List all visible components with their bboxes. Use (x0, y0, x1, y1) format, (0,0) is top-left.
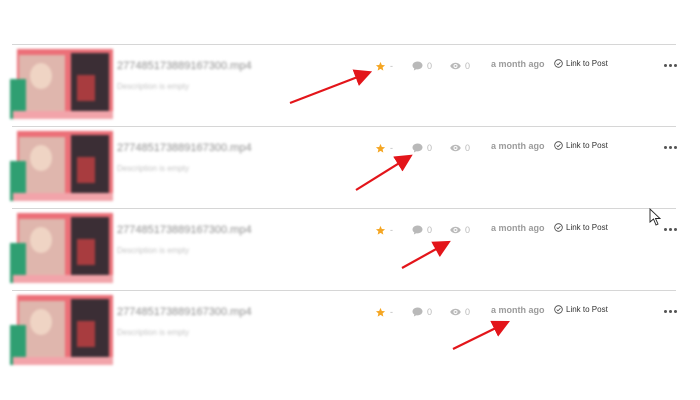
star-icon[interactable] (375, 225, 386, 236)
video-title[interactable]: 277485173889167300.mp4 (117, 60, 267, 74)
more-horizontal-icon[interactable] (662, 140, 678, 154)
rating-stat[interactable]: - (375, 223, 393, 237)
video-thumbnail[interactable] (5, 131, 113, 201)
comment-bubble-icon (412, 143, 423, 153)
views-count: 0 (465, 225, 471, 235)
comment-bubble-icon (412, 307, 423, 317)
views-count: 0 (465, 307, 471, 317)
check-circle-icon (554, 141, 563, 150)
comments-count: 0 (427, 143, 433, 153)
video-thumbnail[interactable] (5, 295, 113, 365)
views-count: 0 (465, 143, 471, 153)
posted-time: a month ago (491, 141, 545, 151)
video-thumbnail[interactable] (5, 213, 113, 283)
views-stat: 0 (450, 305, 470, 319)
eye-icon (450, 62, 461, 70)
list-item[interactable]: 277485173889167300.mp4 Description is em… (0, 128, 700, 210)
comment-bubble-icon (412, 61, 423, 71)
video-title[interactable]: 277485173889167300.mp4 (117, 142, 267, 156)
posted-time: a month ago (491, 223, 545, 233)
video-title[interactable]: 277485173889167300.mp4 (117, 224, 267, 238)
link-to-post-label: Link to Post (566, 141, 608, 150)
star-icon[interactable] (375, 143, 386, 154)
comments-count: 0 (427, 307, 433, 317)
comments-stat[interactable]: 0 (412, 305, 432, 319)
rating-stat[interactable]: - (375, 59, 393, 73)
video-list: 277485173889167300.mp4 Description is em… (0, 0, 700, 400)
check-circle-icon (554, 223, 563, 232)
video-description: Description is empty (117, 82, 190, 91)
comments-stat[interactable]: 0 (412, 141, 432, 155)
rating-value: - (390, 307, 393, 317)
comments-count: 0 (427, 61, 433, 71)
check-circle-icon (554, 59, 563, 68)
more-horizontal-icon[interactable] (662, 304, 678, 318)
link-to-post-label: Link to Post (566, 223, 608, 232)
link-to-post[interactable]: Link to Post (554, 59, 608, 68)
list-item[interactable]: 277485173889167300.mp4 Description is em… (0, 292, 700, 374)
eye-icon (450, 308, 461, 316)
link-to-post-label: Link to Post (566, 305, 608, 314)
list-item[interactable]: 277485173889167300.mp4 Description is em… (0, 210, 700, 292)
rating-value: - (390, 143, 393, 153)
video-thumbnail[interactable] (5, 49, 113, 119)
link-to-post[interactable]: Link to Post (554, 141, 608, 150)
posted-time: a month ago (491, 59, 545, 69)
views-stat: 0 (450, 141, 470, 155)
list-item[interactable]: 277485173889167300.mp4 Description is em… (0, 46, 700, 128)
star-icon[interactable] (375, 61, 386, 72)
rating-value: - (390, 61, 393, 71)
check-circle-icon (554, 305, 563, 314)
link-to-post-label: Link to Post (566, 59, 608, 68)
rating-stat[interactable]: - (375, 141, 393, 155)
more-horizontal-icon[interactable] (662, 58, 678, 72)
rating-value: - (390, 225, 393, 235)
video-description: Description is empty (117, 246, 190, 255)
eye-icon (450, 144, 461, 152)
comments-stat[interactable]: 0 (412, 223, 432, 237)
comments-stat[interactable]: 0 (412, 59, 432, 73)
rating-stat[interactable]: - (375, 305, 393, 319)
views-stat: 0 (450, 223, 470, 237)
star-icon[interactable] (375, 307, 386, 318)
video-title[interactable]: 277485173889167300.mp4 (117, 306, 267, 320)
posted-time: a month ago (491, 305, 545, 315)
views-count: 0 (465, 61, 471, 71)
row-divider (12, 44, 676, 45)
link-to-post[interactable]: Link to Post (554, 223, 608, 232)
link-to-post[interactable]: Link to Post (554, 305, 608, 314)
views-stat: 0 (450, 59, 470, 73)
video-description: Description is empty (117, 328, 190, 337)
comment-bubble-icon (412, 225, 423, 235)
more-horizontal-icon[interactable] (662, 222, 678, 236)
video-description: Description is empty (117, 164, 190, 173)
eye-icon (450, 226, 461, 234)
comments-count: 0 (427, 225, 433, 235)
